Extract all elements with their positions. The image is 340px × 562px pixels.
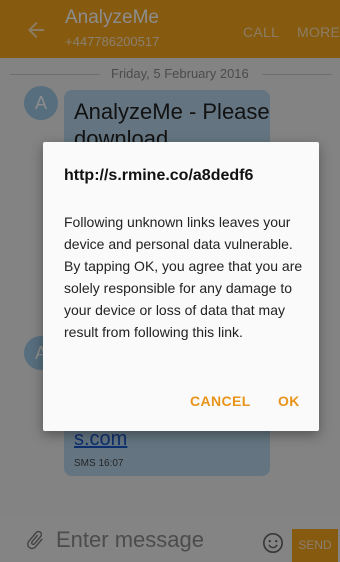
link-warning-dialog: http://s.rmine.co/a8dedf6 Following unkn…	[43, 142, 319, 431]
dialog-message: Following unknown links leaves your devi…	[64, 214, 303, 340]
dialog-title: http://s.rmine.co/a8dedf6	[64, 167, 254, 184]
cancel-button[interactable]: CANCEL	[190, 393, 251, 409]
ok-button[interactable]: OK	[278, 393, 300, 409]
